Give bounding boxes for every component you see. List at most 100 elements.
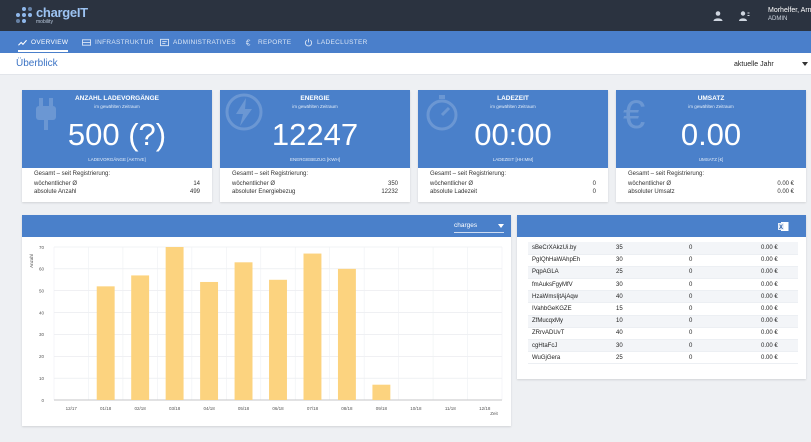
x-axis-label: Zeit (490, 411, 498, 416)
energy-cell: 0 (685, 327, 757, 341)
user-role: ADMIN (768, 16, 788, 22)
caret-down-icon (802, 62, 808, 66)
station-name-cell: PgIQhHaWAhpEh (528, 254, 612, 267)
card-subtitle: im gewählten Zeitraum (490, 104, 536, 109)
svg-text:X: X (779, 225, 783, 231)
chart-bar (131, 275, 150, 400)
energy-cell: 0 (685, 351, 757, 365)
y-tick-label: 10 (39, 376, 45, 381)
x-tick-label: 05/18 (238, 406, 250, 411)
card-row-value: 0 (592, 181, 596, 187)
station-name-cell: ZfMucqxMy (528, 315, 612, 328)
card-row-label: wöchentlicher Ø (628, 181, 672, 187)
energy-cell: 0 (685, 278, 757, 292)
chart-bar (372, 384, 391, 400)
table-row[interactable]: PqpAGLA 25 0 0.00 € (528, 266, 798, 280)
table-row[interactable]: WuGjGera 25 0 0.00 € (528, 351, 798, 365)
revenue-cell: 0.00 € (757, 302, 798, 316)
card-footer-heading: Gesamt – seit Registrierung: (628, 171, 705, 177)
count-cell: 30 (612, 254, 685, 267)
page-title: Überblick (16, 58, 58, 69)
count-cell: 40 (612, 290, 685, 304)
chart-bar (200, 281, 219, 400)
station-name-cell: fmAuksFgyMfV (528, 278, 612, 292)
nav-reporte-label: REPORTE (258, 38, 292, 46)
x-tick-label: 09/18 (376, 406, 388, 411)
chart-panel-header: charges (22, 215, 511, 237)
period-select[interactable]: aktuelle Jahr (734, 56, 808, 72)
table-row[interactable]: cgHtaFcJ 30 0 0.00 € (528, 339, 798, 353)
card-row-label: absolute Anzahl (34, 189, 77, 195)
station-table-panel: X sBeCrXAkzUi.by 35 0 0.00 € PgIQhHaWAhpEh 30… (517, 215, 806, 379)
revenue-cell: 0.00 € (757, 351, 798, 365)
user-icon[interactable] (712, 10, 724, 22)
table-row[interactable]: ZfMucqxMy 10 0 0.00 € (528, 315, 798, 328)
chart-metric-select[interactable]: charges (454, 219, 504, 233)
table-row[interactable]: IVahbGeKGZE 15 0 0.00 € (528, 302, 798, 316)
table-panel-header: X (517, 215, 806, 237)
card-value: 0.00 (680, 117, 742, 152)
nav-overview[interactable]: OVERVIEW (18, 31, 69, 53)
energy-cell: 0 (685, 290, 757, 304)
card-value: 12247 (271, 117, 359, 152)
card-label: LADEZEIT [HH:MM] (492, 157, 534, 162)
card-row-label: absoluter Umsatz (628, 189, 675, 195)
table-row[interactable]: sBeCrXAkzUi.by 35 0 0.00 € (528, 242, 798, 255)
card-row-label: wöchentlicher Ø (34, 181, 78, 187)
y-tick-label: 40 (39, 310, 45, 315)
kpi-card-revenue: € UMSATZ im gewählten Zeitraum 0.00 UMSA… (616, 90, 806, 202)
trend-icon (18, 39, 27, 46)
logo-dots-icon (16, 7, 32, 23)
count-cell: 25 (612, 351, 685, 365)
chart-bar (337, 268, 356, 400)
nav-ladecluster[interactable]: LADECLUSTER (304, 31, 368, 53)
top-bar: chargeIT mobility Morhelfer, Arno ADMIN (0, 0, 811, 31)
nav-infrastruktur[interactable]: INFRASTRUKTUR (82, 31, 154, 53)
station-name-cell: sBeCrXAkzUi.by (528, 242, 612, 255)
chart-bar (269, 279, 287, 400)
users-settings-icon[interactable] (738, 10, 750, 22)
card-label: ENERGIEBEZUG [KWH] (289, 157, 340, 162)
card-row-value: 12232 (381, 189, 398, 195)
y-tick-label: 20 (39, 354, 45, 359)
energy-cell: 0 (685, 242, 757, 255)
chart-bar (303, 253, 322, 400)
logo[interactable]: chargeIT mobility (16, 5, 88, 27)
x-tick-label: 10/18 (410, 406, 422, 411)
x-tick-label: 08/18 (341, 406, 353, 411)
revenue-cell: 0.00 € (757, 339, 798, 353)
excel-export-icon[interactable]: X (778, 221, 789, 232)
card-label: UMSATZ [€] (698, 157, 724, 162)
user-name: Morhelfer, Arno (768, 7, 811, 14)
station-name-cell: HzaWmsIjtAjAqw (528, 290, 612, 304)
infrastructure-icon (82, 38, 91, 46)
count-cell: 25 (612, 266, 685, 280)
table-row[interactable]: PgIQhHaWAhpEh 30 0 0.00 € (528, 254, 798, 267)
station-name-cell: WuGjGera (528, 351, 612, 365)
revenue-cell: 0.00 € (757, 315, 798, 328)
user-info[interactable]: Morhelfer, Arno ADMIN (768, 7, 811, 23)
table-row[interactable]: ZRrvADUvT 40 0 0.00 € (528, 327, 798, 341)
card-footer-heading: Gesamt – seit Registrierung: (232, 171, 309, 177)
y-tick-label: 70 (39, 245, 45, 250)
card-title: ENERGIE (300, 95, 330, 102)
energy-cell: 0 (685, 266, 757, 280)
svg-text:€: € (246, 38, 251, 46)
page-header: Überblick aktuelle Jahr (0, 53, 811, 75)
y-tick-label: 30 (39, 332, 45, 337)
revenue-cell: 0.00 € (757, 327, 798, 341)
table-row[interactable]: HzaWmsIjtAjAqw 40 0 0.00 € (528, 290, 798, 304)
nav-reporte[interactable]: € REPORTE (245, 31, 291, 53)
count-cell: 35 (612, 242, 685, 255)
nav-administratives[interactable]: ADMINISTRATIVES (160, 31, 236, 53)
table-row[interactable]: fmAuksFgyMfV 30 0 0.00 € (528, 278, 798, 292)
x-tick-label: 01/18 (100, 406, 112, 411)
card-row-label: absoluter Energiebezug (232, 189, 296, 195)
chart-bar (234, 262, 253, 400)
card-subtitle: im gewählten Zeitraum (94, 104, 140, 109)
card-row-value: 0.00 € (777, 189, 794, 195)
card-row-value: 0.00 € (777, 181, 794, 187)
card-title: UMSATZ (697, 95, 725, 102)
card-title: ANZAHL LADEVORGÄNGE (74, 95, 160, 102)
card-row-label: absolute Ladezeit (430, 189, 478, 195)
